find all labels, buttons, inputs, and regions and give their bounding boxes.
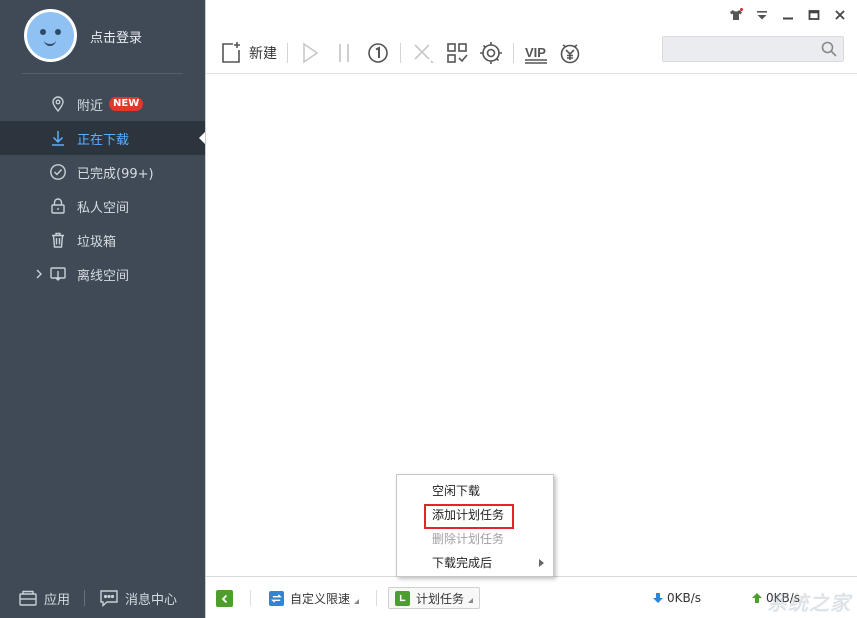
apps-label: 应用 <box>44 592 71 608</box>
status-bar: 自定义限速 计划任务 0KB/s 0KB/s <box>206 576 857 618</box>
sidebar-divider <box>22 73 183 74</box>
footer-divider <box>84 590 86 606</box>
sidebar-item-trash[interactable]: 垃圾箱 <box>0 223 205 257</box>
pause-icon <box>339 44 349 62</box>
search-icon[interactable] <box>821 41 837 57</box>
speed-limit-icon <box>269 590 284 606</box>
new-file-icon <box>222 42 240 63</box>
new-badge: NEW <box>109 97 144 111</box>
search-input[interactable] <box>663 37 813 61</box>
avatar-face-icon <box>27 12 74 59</box>
new-task-label: 新建 <box>249 46 277 62</box>
sidebar-item-label: 垃圾箱 <box>77 234 117 250</box>
download-speed: 0KB/s <box>652 591 701 605</box>
sidebar-item-label: 附近 <box>77 98 104 114</box>
delete-x-icon <box>414 44 434 63</box>
menu-item-idle-download[interactable]: 空闲下载 <box>397 479 553 503</box>
upload-speed-icon <box>752 593 762 603</box>
toolbar-divider <box>287 43 288 63</box>
menu-button[interactable] <box>753 6 771 24</box>
dropdown-corner-icon <box>468 598 474 603</box>
trash-icon <box>48 230 68 250</box>
close-button[interactable] <box>831 6 849 24</box>
sidebar-item-label: 已完成(99+) <box>77 166 154 182</box>
sidebar-item-offline-space[interactable]: 离线空间 <box>0 257 205 291</box>
accelerate-button[interactable] <box>479 38 503 68</box>
collapse-sidebar-button[interactable] <box>216 590 233 607</box>
minimize-icon <box>783 17 793 20</box>
sidebar-item-downloading[interactable]: 正在下载 <box>0 121 205 155</box>
batch-manage-button[interactable] <box>445 38 469 68</box>
window-controls <box>727 6 849 24</box>
sidebar-footer: 应用 消息中心 <box>0 578 205 618</box>
sidebar-item-label: 正在下载 <box>77 132 130 148</box>
close-icon <box>835 10 845 20</box>
chat-bubble-icon <box>100 590 118 607</box>
menu-dropdown-icon <box>757 11 767 20</box>
status-divider <box>376 590 377 606</box>
speed-limit-button[interactable]: 自定义限速 <box>269 587 360 609</box>
schedule-task-button[interactable]: 计划任务 <box>388 587 481 609</box>
download-speed-value: 0KB/s <box>667 591 702 605</box>
login-link[interactable]: 点击登录 <box>90 27 142 46</box>
submenu-arrow-icon <box>539 559 544 567</box>
tshirt-icon <box>730 8 743 20</box>
minimize-button[interactable] <box>779 6 797 24</box>
vip-button[interactable]: VIP <box>524 38 548 68</box>
search-box <box>662 36 844 62</box>
yen-coin-icon <box>560 44 580 64</box>
sidebar-item-private-space[interactable]: 私人空间 <box>0 189 205 223</box>
menu-item-label: 下载完成后 <box>432 556 493 570</box>
download-arrow-icon <box>48 128 68 148</box>
sidebar-item-label: 私人空间 <box>77 200 130 216</box>
maximize-button[interactable] <box>805 6 823 24</box>
toolbar-divider <box>513 43 514 63</box>
toolbar: 新建 VIP <box>206 35 857 71</box>
sidebar-item-completed[interactable]: 已完成(99+) <box>0 155 205 189</box>
message-center-button[interactable]: 消息中心 <box>99 589 177 608</box>
coin-button[interactable] <box>558 38 582 68</box>
cloud-download-icon <box>48 264 68 284</box>
apps-button[interactable]: 应用 <box>18 589 70 608</box>
vip-icon: VIP <box>525 45 547 64</box>
speed-ring-icon <box>480 42 502 64</box>
sidebar-item-nearby[interactable]: 附近 NEW <box>0 87 205 121</box>
schedule-context-menu: 空闲下载 添加计划任务 删除计划任务 下载完成后 <box>396 474 554 577</box>
watermark: 系统之家 <box>767 591 851 615</box>
check-circle-icon <box>48 162 68 182</box>
chevron-right-icon[interactable] <box>33 268 45 280</box>
schedule-task-label: 计划任务 <box>416 591 465 606</box>
pause-button[interactable] <box>332 38 356 68</box>
number-one-icon <box>368 43 388 63</box>
chevron-left-icon <box>221 594 227 603</box>
menu-item-after-download[interactable]: 下载完成后 <box>397 551 553 575</box>
skin-button[interactable] <box>727 6 745 24</box>
maximize-icon <box>808 10 820 20</box>
sidebar-nav: 附近 NEW 正在下载 已完成(99+) 私人空间 垃圾箱 离线空间 <box>0 87 205 291</box>
apps-icon <box>19 590 37 606</box>
status-divider <box>250 590 251 606</box>
avatar[interactable] <box>24 9 77 62</box>
message-center-label: 消息中心 <box>125 592 178 608</box>
lock-icon <box>48 196 68 216</box>
sidebar-item-label: 离线空间 <box>77 268 130 284</box>
menu-item-add-schedule[interactable]: 添加计划任务 <box>397 503 553 529</box>
single-task-button[interactable] <box>366 38 390 68</box>
clock-icon <box>395 590 410 606</box>
toolbar-divider <box>400 43 401 63</box>
menu-item-delete-schedule: 删除计划任务 <box>432 532 505 546</box>
dropdown-corner-icon <box>354 599 360 604</box>
play-icon <box>303 42 319 64</box>
grid-check-icon <box>447 43 468 63</box>
new-task-button[interactable]: 新建 <box>219 38 277 68</box>
download-speed-icon <box>653 593 663 603</box>
sidebar: 点击登录 附近 NEW 正在下载 已完成(99+) 私人空间 垃圾箱 离线空间 … <box>0 0 205 618</box>
location-pin-icon <box>48 94 68 114</box>
start-button[interactable] <box>298 38 322 68</box>
delete-button[interactable] <box>411 38 435 68</box>
svg-text:VIP: VIP <box>525 45 546 60</box>
speed-limit-label: 自定义限速 <box>290 591 351 606</box>
